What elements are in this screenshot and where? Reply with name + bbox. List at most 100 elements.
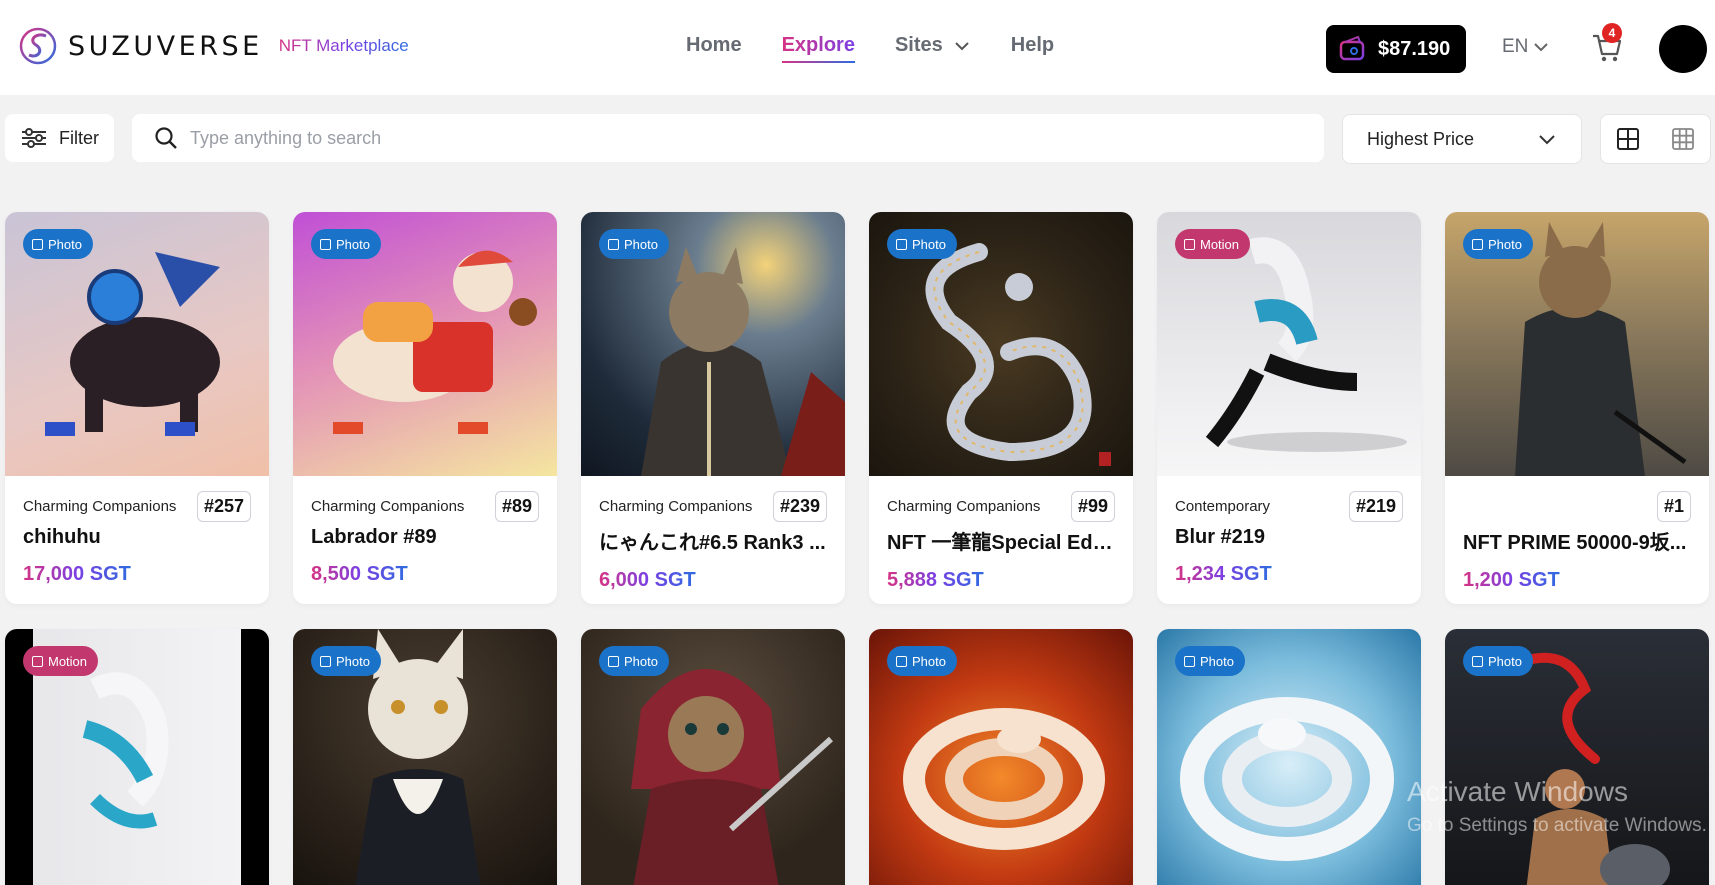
- nft-card[interactable]: Photo: [869, 629, 1133, 885]
- collection-name: Contemporary: [1175, 497, 1271, 515]
- image-icon: [32, 655, 43, 667]
- nft-card[interactable]: Photo: [1445, 629, 1709, 885]
- nft-image: Photo: [869, 212, 1133, 476]
- type-badge-label: Photo: [624, 653, 658, 669]
- image-icon: [1184, 655, 1195, 667]
- nft-card[interactable]: Photo #1 NFT PRIME 50000-9坂... 1,200 SGT: [1445, 212, 1709, 604]
- type-badge-label: Photo: [336, 653, 370, 669]
- nav-help-label: Help: [1010, 34, 1055, 56]
- type-badge: Motion: [1175, 229, 1251, 259]
- image-icon: [1472, 238, 1483, 250]
- image-icon: [1472, 655, 1483, 667]
- token-id: #1: [1656, 490, 1691, 522]
- image-icon: [320, 238, 331, 250]
- image-icon: [1184, 238, 1195, 250]
- nft-card[interactable]: Motion Contemporary #219 Blur #219 1,234 …: [1157, 212, 1421, 604]
- filter-button[interactable]: Filter: [5, 114, 114, 162]
- chevron-down-icon: [1534, 43, 1549, 52]
- type-badge-label: Photo: [1488, 236, 1522, 252]
- type-badge-label: Photo: [1200, 653, 1234, 669]
- avatar[interactable]: [1659, 25, 1707, 73]
- nft-price: 6,000 SGT: [599, 569, 696, 591]
- nft-card[interactable]: Photo: [293, 629, 557, 885]
- type-badge: Photo: [1463, 229, 1533, 259]
- wallet-button[interactable]: $87.190: [1326, 25, 1466, 73]
- chevron-down-icon: [955, 41, 969, 50]
- nft-title: chihuhu: [23, 526, 101, 548]
- nav-home[interactable]: Home: [686, 34, 742, 57]
- type-badge-label: Photo: [48, 236, 82, 252]
- nft-price: 17,000 SGT: [23, 563, 131, 585]
- search-bar: [132, 114, 1324, 162]
- nft-card[interactable]: Photo Charming Companions #99 NFT 一筆龍Spec…: [869, 212, 1133, 604]
- nft-title: Blur #219: [1175, 526, 1266, 548]
- nft-image: Photo: [1445, 212, 1709, 476]
- nft-image: Photo: [581, 212, 845, 476]
- type-badge: Photo: [311, 229, 381, 259]
- search-input[interactable]: [190, 127, 1290, 149]
- image-icon: [608, 238, 619, 250]
- type-badge: Photo: [599, 646, 669, 676]
- cart-count-badge: 4: [1602, 23, 1622, 43]
- nft-price: 1,234 SGT: [1175, 563, 1272, 585]
- wallet-balance: $87.190: [1378, 37, 1451, 60]
- nav-sites-label: Sites: [894, 34, 943, 56]
- nft-price: 8,500 SGT: [311, 563, 408, 585]
- nft-card[interactable]: Photo Charming Companions #89 Labrador #8…: [293, 212, 557, 604]
- type-badge: Motion: [23, 646, 99, 676]
- type-badge: Photo: [887, 646, 957, 676]
- type-badge: Photo: [887, 229, 957, 259]
- nft-image: Photo: [1157, 629, 1421, 885]
- grid-large-icon[interactable]: [1615, 126, 1641, 152]
- collection-name: Charming Companions: [887, 497, 1041, 515]
- sort-select[interactable]: Highest Price: [1342, 114, 1582, 164]
- image-icon: [896, 655, 907, 667]
- type-badge: Photo: [23, 229, 93, 259]
- token-id: #257: [196, 490, 251, 522]
- type-badge-label: Motion: [1200, 236, 1240, 252]
- nav-help[interactable]: Help: [1011, 34, 1054, 57]
- nft-card[interactable]: Photo Charming Companions #239 にゃんこれ#6.5 …: [581, 212, 845, 604]
- nft-image: Photo: [293, 212, 557, 476]
- card-body: Charming Companions #257 chihuhu 17,000 S…: [5, 476, 269, 586]
- brand-logo[interactable]: SUZUVERSE NFT Marketplace: [18, 26, 409, 66]
- logo-icon: [19, 27, 57, 65]
- grid-small-icon[interactable]: [1670, 126, 1696, 152]
- nft-card[interactable]: Photo: [581, 629, 845, 885]
- nav-explore[interactable]: Explore: [781, 34, 856, 63]
- language-selector[interactable]: EN: [1502, 36, 1550, 58]
- nav-explore-label: Explore: [781, 34, 855, 56]
- collection-name: Charming Companions: [23, 497, 177, 515]
- nft-image: Photo: [5, 212, 269, 476]
- card-body: #1 NFT PRIME 50000-9坂... 1,200 SGT: [1445, 476, 1709, 592]
- chevron-down-icon: [1539, 135, 1555, 145]
- type-badge: Photo: [311, 646, 381, 676]
- search-icon: [155, 127, 177, 149]
- main-nav: Home Explore Sites Help: [686, 34, 1094, 63]
- nft-card[interactable]: Photo Charming Companions #257 chihuhu 17…: [5, 212, 269, 604]
- type-badge-label: Motion: [48, 653, 88, 669]
- nft-image: Motion: [1157, 212, 1421, 476]
- type-badge: Photo: [1175, 646, 1245, 676]
- card-body: Charming Companions #99 NFT 一筆龍Special Ed…: [869, 476, 1133, 592]
- type-badge-label: Photo: [912, 653, 946, 669]
- type-badge-label: Photo: [1488, 653, 1522, 669]
- collection-name: Charming Companions: [311, 497, 465, 515]
- nft-title: にゃんこれ#6.5 Rank3 ...: [599, 532, 826, 554]
- nft-image: Photo: [1445, 629, 1709, 885]
- nft-title: Labrador #89: [311, 526, 437, 548]
- type-badge-label: Photo: [336, 236, 370, 252]
- nft-title: NFT PRIME 50000-9坂...: [1463, 532, 1687, 554]
- card-body: Charming Companions #239 にゃんこれ#6.5 Rank3 …: [581, 476, 845, 592]
- nft-card[interactable]: Photo: [1157, 629, 1421, 885]
- type-badge: Photo: [599, 229, 669, 259]
- language-label: EN: [1502, 36, 1529, 57]
- image-icon: [320, 655, 331, 667]
- nft-image: Motion: [5, 629, 269, 885]
- filter-icon: [22, 128, 46, 148]
- nav-home-label: Home: [686, 34, 742, 56]
- nft-price: 5,888 SGT: [887, 569, 984, 591]
- nft-title: NFT 一筆龍Special Edit...: [887, 532, 1115, 554]
- nav-sites[interactable]: Sites: [895, 34, 971, 57]
- nft-card[interactable]: Motion: [5, 629, 269, 885]
